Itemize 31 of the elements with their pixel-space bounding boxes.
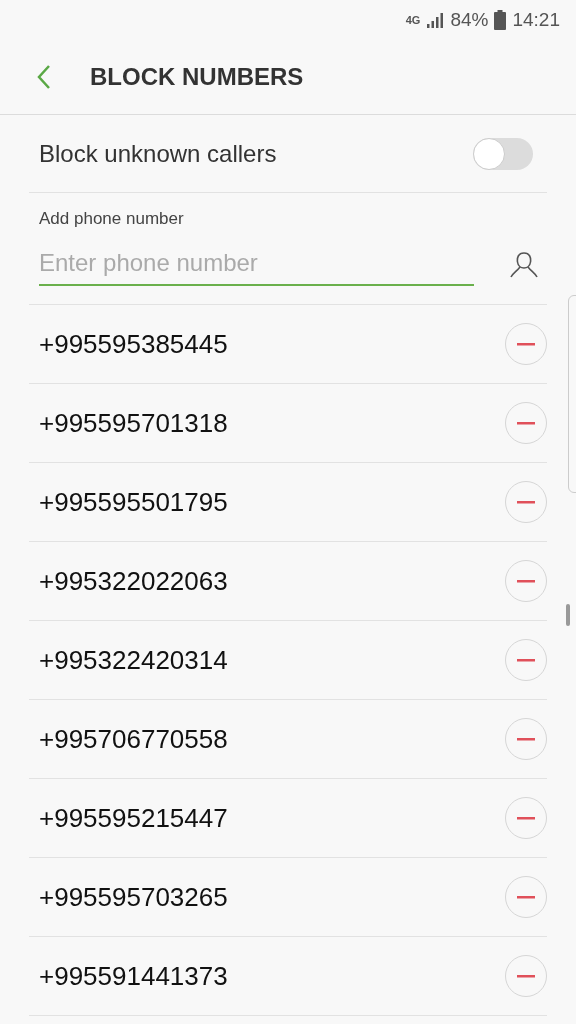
screen-title: BLOCK NUMBERS — [90, 62, 304, 92]
battery-percent: 84% — [450, 7, 489, 32]
phone-number: +995595501795 — [38, 485, 228, 519]
network-label: 4G — [405, 14, 421, 26]
minus-icon — [517, 500, 535, 504]
phone-number: +995322420314 — [38, 643, 228, 677]
signal-icon — [426, 12, 445, 28]
setting-label: Block unknown callers — [38, 138, 277, 169]
minus-icon — [517, 974, 535, 978]
minus-icon — [517, 579, 535, 583]
phone-number: +995595385445 — [38, 327, 228, 361]
minus-icon — [517, 421, 535, 425]
phone-number: +995595701318 — [38, 406, 228, 440]
back-icon — [37, 64, 51, 90]
contact-icon[interactable] — [509, 249, 539, 280]
phone-number: +995706770558 — [38, 722, 228, 756]
minus-icon — [517, 737, 535, 741]
minus-icon — [517, 816, 535, 820]
minus-icon — [517, 342, 535, 346]
phone-number: +995595215447 — [38, 801, 228, 835]
minus-icon — [517, 658, 535, 662]
minus-icon — [517, 895, 535, 899]
toggle-switch[interactable] — [473, 137, 533, 170]
phone-number-field[interactable]: Enter phone number — [39, 241, 474, 286]
phone-number: +995595703265 — [38, 880, 228, 914]
scrollbar — [566, 604, 570, 626]
field-label: Add phone number — [39, 208, 185, 230]
phone-number: +995591441373 — [38, 959, 228, 993]
phone-number: +995322022063 — [38, 564, 228, 598]
battery-icon — [494, 10, 507, 30]
clock: 14:21 — [512, 7, 560, 32]
